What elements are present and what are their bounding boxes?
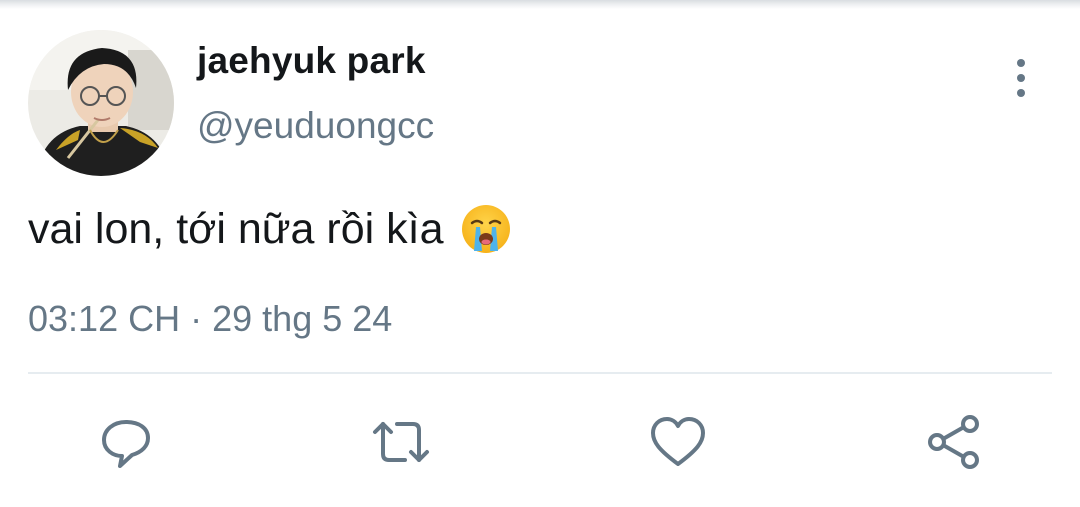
speech-bubble-icon (102, 420, 150, 468)
meta-separator: · (190, 298, 203, 339)
loudly-crying-face-icon (460, 203, 512, 255)
tweet-timestamp[interactable]: 03:12 CH · 29 thg 5 24 (28, 298, 392, 340)
tweet-text-content: vai lon, tới nữa rồi kìa (28, 204, 444, 253)
avatar[interactable] (28, 30, 174, 176)
top-divider (0, 0, 1080, 9)
retweet-icon (373, 422, 429, 462)
share-icon (928, 415, 979, 469)
tweet-date: 29 thg 5 24 (212, 298, 393, 339)
actions-divider (28, 372, 1052, 374)
tweet-time: 03:12 CH (28, 298, 181, 339)
more-options-icon[interactable] (1004, 56, 1038, 100)
retweet-button[interactable] (371, 412, 431, 472)
share-button[interactable] (924, 412, 984, 472)
tweet-text: vai lon, tới nữa rồi kìa (28, 203, 512, 255)
user-handle[interactable]: @yeuduongcc (197, 105, 434, 147)
display-name[interactable]: jaehyuk park (197, 40, 426, 82)
heart-icon (651, 417, 705, 466)
reply-button[interactable] (96, 412, 156, 472)
like-button[interactable] (648, 412, 708, 472)
